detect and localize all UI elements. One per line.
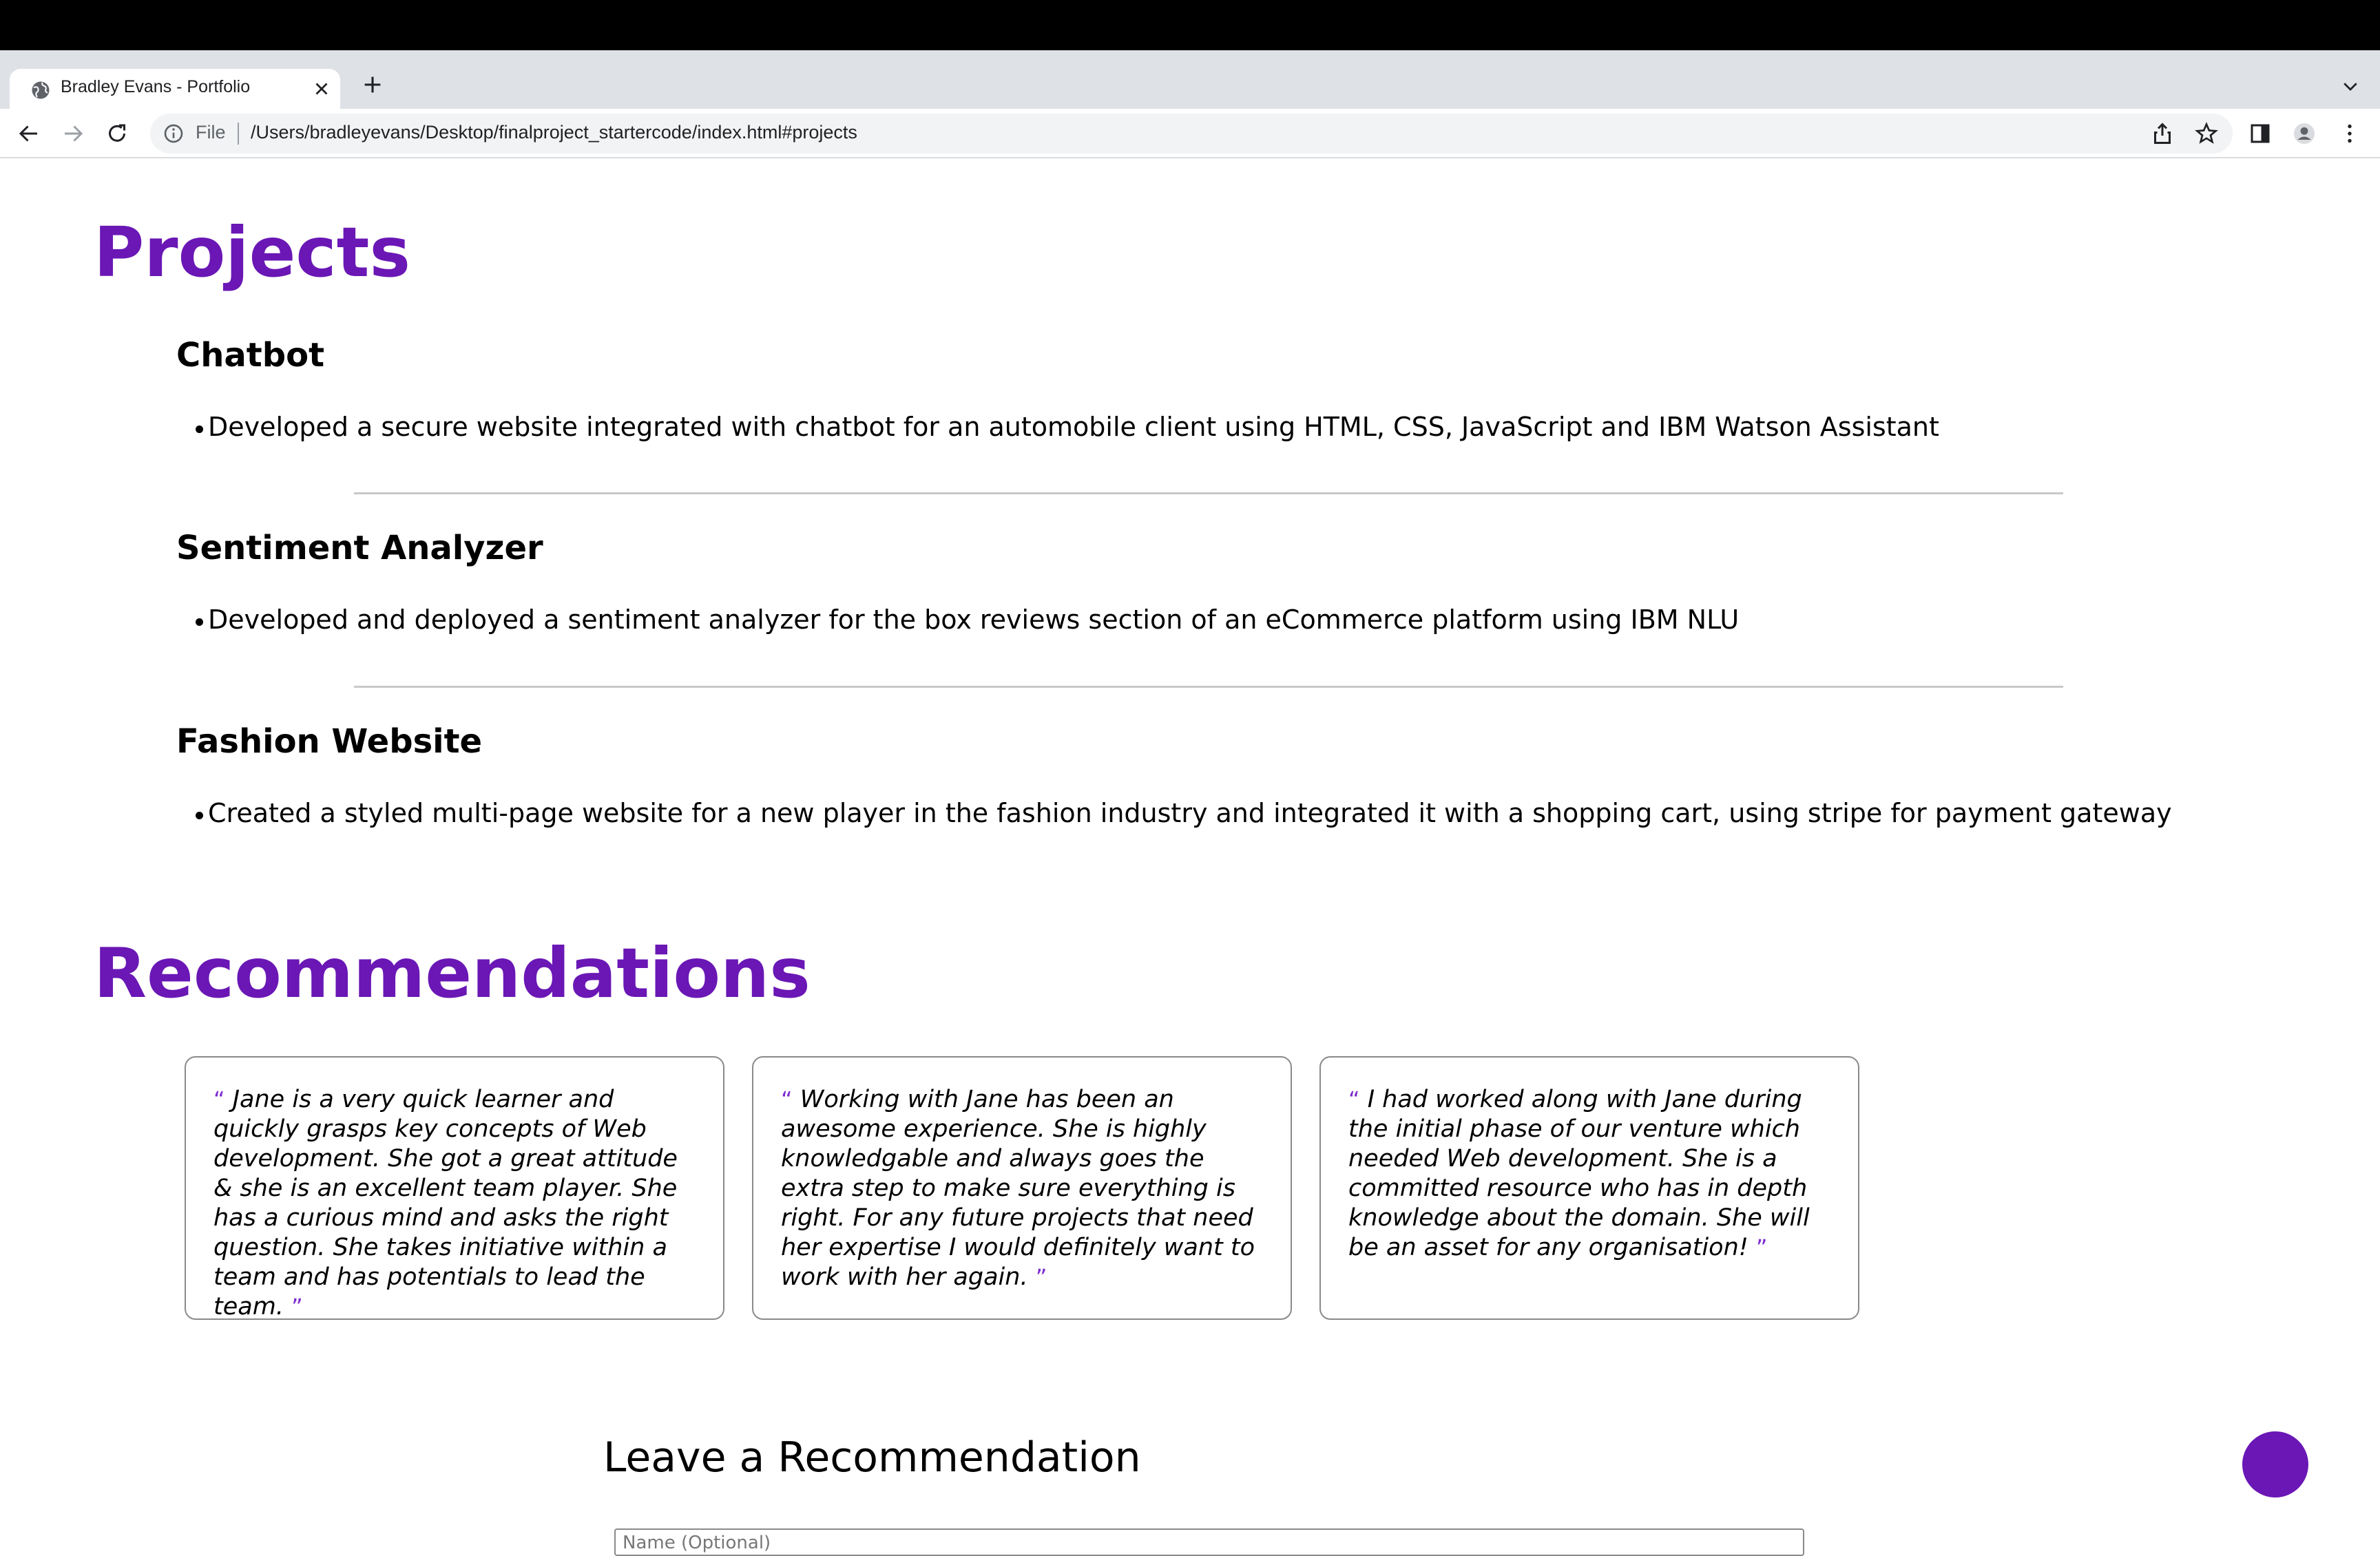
share-icon[interactable] [2150,121,2175,146]
back-arrow-icon[interactable] [17,121,41,146]
forward-arrow-icon[interactable] [61,121,85,146]
close-tab-icon[interactable] [311,78,332,99]
project-title-sentiment-analyzer: Sentiment Analyzer [176,529,543,567]
side-panel-icon[interactable] [2248,121,2273,146]
profile-avatar-icon[interactable] [2292,121,2317,146]
new-tab-icon[interactable] [361,73,384,96]
project-bullet-chatbot: Developed a secure website integrated wi… [196,412,1939,442]
globe-icon [32,81,50,99]
tab-strip [0,50,2380,109]
chevron-down-icon[interactable] [2340,76,2361,96]
reload-icon[interactable] [105,121,129,146]
leave-recommendation-heading: Leave a Recommendation [603,1433,1141,1482]
project-divider [354,492,2063,494]
omnibox-separator [238,123,239,145]
projects-heading: Projects [94,212,411,293]
home-button[interactable] [2242,1431,2308,1497]
recommendations-heading: Recommendations [94,933,811,1013]
close-quote-mark: ” [1035,1264,1047,1290]
project-bullet-sentiment-analyzer: Developed and deployed a sentiment analy… [195,604,1740,635]
recommendation-card: “ Jane is a very quick learner and quick… [185,1056,724,1321]
close-quote-mark: ” [291,1294,303,1320]
recommendation-text: “ I had worked along with Jane during th… [1348,1086,1810,1261]
name-input[interactable]: Name (Optional) [614,1528,1804,1556]
info-icon[interactable] [163,123,185,145]
recommendation-card: “ Working with Jane has been an awesome … [752,1056,1292,1320]
open-quote-mark: “ [781,1086,793,1113]
tab-title: Bradley Evans - Portfolio [61,77,251,96]
project-divider [354,686,2063,688]
project-bullet-fashion-website: Created a styled multi-page website for … [196,798,2172,828]
open-quote-mark: “ [1348,1086,1360,1113]
project-title-fashion-website: Fashion Website [176,722,483,761]
browser-menu-icon[interactable] [2337,121,2362,146]
url-text[interactable]: /Users/bradleyevans/Desktop/finalproject… [251,122,857,143]
project-title-chatbot: Chatbot [176,336,325,375]
url-scheme-label: File [196,122,226,143]
browser-tab[interactable]: Bradley Evans - Portfolio [10,69,340,109]
recommendation-text: “ Working with Jane has been an awesome … [781,1086,1255,1291]
os-menu-bar [0,0,2380,50]
open-quote-mark: “ [213,1086,225,1113]
recommendation-card: “ I had worked along with Jane during th… [1319,1056,1859,1320]
recommendation-text: “ Jane is a very quick learner and quick… [213,1086,678,1321]
bookmark-star-icon[interactable] [2194,121,2219,146]
close-quote-mark: ” [1755,1234,1768,1261]
